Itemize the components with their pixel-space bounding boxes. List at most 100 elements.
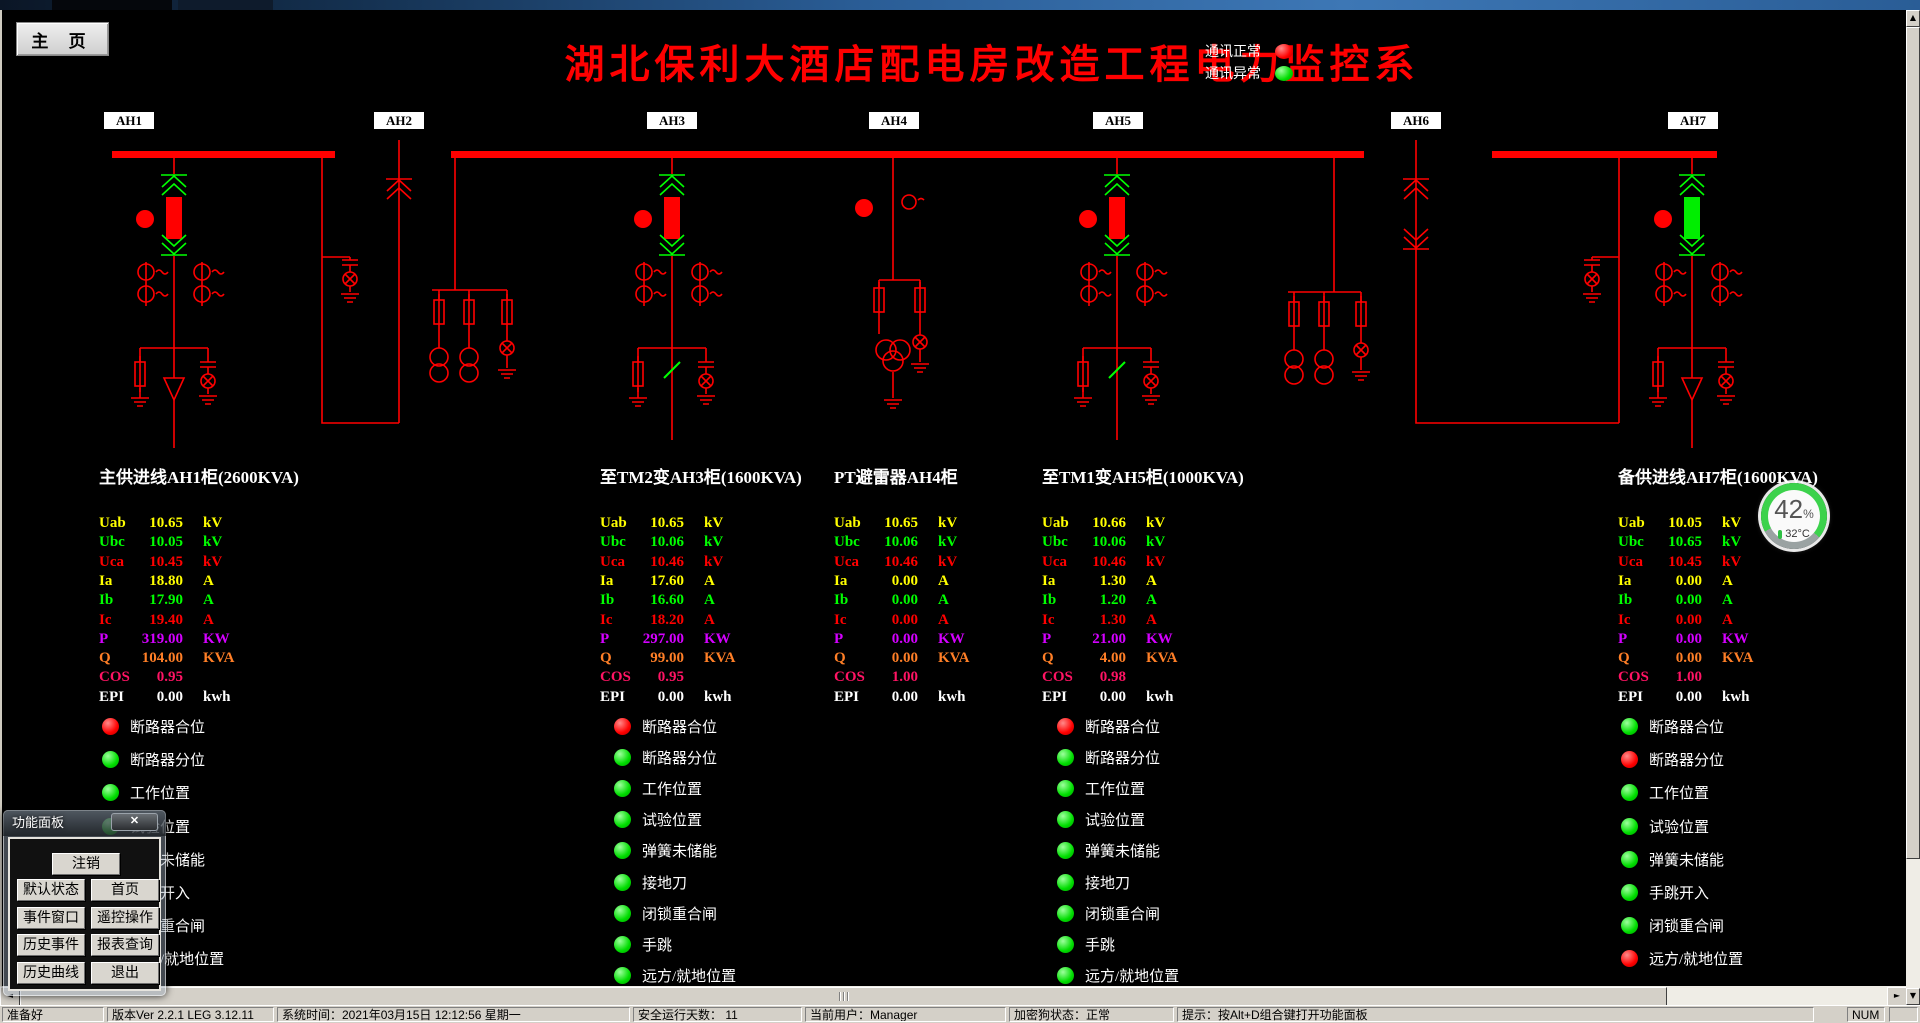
measurement-label: EPI <box>99 689 124 706</box>
measurement-unit: KVA <box>1146 650 1177 667</box>
numlock-indicator: NUM <box>1847 1007 1885 1022</box>
indicator-label: 工作位置 <box>130 782 190 803</box>
func-button-8[interactable]: 历史曲线 <box>17 962 85 984</box>
indicator-row: 手跳 <box>1057 935 1115 953</box>
func-button-1[interactable]: 注销 <box>52 853 120 875</box>
measurement-value: 10.65 <box>862 515 918 532</box>
measurement-value: 1.20 <box>1070 592 1126 609</box>
measurement-value: 0.00 <box>1070 689 1126 706</box>
func-button-3[interactable]: 首页 <box>91 879 159 901</box>
measurement-label: COS <box>99 669 130 686</box>
indicator-label: 远方/就地位置 <box>1085 965 1179 986</box>
measurement-unit: kV <box>938 534 957 551</box>
func-button-7[interactable]: 报表查询 <box>91 934 159 956</box>
measurement-value: 10.06 <box>862 534 918 551</box>
indicator-row: 试验位置 <box>1057 810 1145 828</box>
measurement-label: Ia <box>1618 573 1631 590</box>
measurement-label: EPI <box>1618 689 1643 706</box>
measurement-value: 0.98 <box>1070 669 1126 686</box>
indicator-dot-green <box>1057 967 1074 984</box>
status-item: 版本Ver 2.2.1 LEG 3.12.11 <box>107 1007 274 1022</box>
measurement-label: P <box>1618 631 1627 648</box>
indicator-label: 断路器分位 <box>642 747 717 768</box>
indicator-dot-green <box>1057 842 1074 859</box>
measurement-unit: A <box>203 612 214 629</box>
indicator-dot-green <box>1621 884 1638 901</box>
measurement-label: Uab <box>99 515 126 532</box>
measurement-value: 0.00 <box>862 631 918 648</box>
measurement-unit: A <box>938 612 949 629</box>
indicator-label: 弹簧未储能 <box>1649 849 1724 870</box>
indicator-label: 工作位置 <box>1649 782 1709 803</box>
gauge-temperature: 32°C <box>1785 528 1810 540</box>
status-dot-ah7 <box>1654 210 1672 228</box>
measurement-value: 10.05 <box>127 534 183 551</box>
indicator-label: 手跳 <box>1085 934 1115 955</box>
status-bar: 准备好版本Ver 2.2.1 LEG 3.12.11系统时间：2021年03月1… <box>0 1005 1920 1023</box>
status-item: 准备好 <box>2 1007 104 1022</box>
measurement-unit: kV <box>203 534 222 551</box>
measurement-label: Uca <box>1618 554 1643 571</box>
measurement-unit: kV <box>938 515 957 532</box>
loop-ah7 <box>1583 158 1619 423</box>
indicator-dot-green <box>102 751 119 768</box>
measurement-label: Q <box>1618 650 1630 667</box>
status-item: 安全运行天数： 11 <box>633 1007 802 1022</box>
measurement-value: 1.00 <box>1646 669 1702 686</box>
measurement-label: EPI <box>1042 689 1067 706</box>
indicator-row: 接地刀 <box>614 873 687 891</box>
indicator-label: 弹簧未储能 <box>1085 840 1160 861</box>
measurement-unit: kV <box>704 554 723 571</box>
measurement-label: P <box>600 631 609 648</box>
measurement-unit: A <box>938 573 949 590</box>
measurement-unit: kwh <box>704 689 732 706</box>
measurement-label: Uca <box>600 554 625 571</box>
function-panel-body: 注销默认状态首页事件窗口遥控操作历史事件报表查询历史曲线退出 <box>8 837 161 991</box>
indicator-row: 远方/就地位置 <box>614 966 736 984</box>
vertical-scrollbar[interactable]: ▲ ▼ <box>1906 10 1920 1005</box>
gauge-percent: 42 <box>1774 494 1803 524</box>
measurement-label: COS <box>1618 669 1649 686</box>
indicator-dot-green <box>614 749 631 766</box>
func-button-4[interactable]: 事件窗口 <box>17 907 85 929</box>
vertical-scroll-thumb[interactable] <box>1906 27 1920 859</box>
func-button-6[interactable]: 历史事件 <box>17 934 85 956</box>
func-button-9[interactable]: 退出 <box>91 962 159 984</box>
indicator-row: 闭锁重合闸 <box>1057 904 1160 922</box>
measurement-value: 0.00 <box>127 689 183 706</box>
measurement-unit: kV <box>938 554 957 571</box>
measurement-value: 0.00 <box>862 689 918 706</box>
measurement-unit: A <box>1722 612 1733 629</box>
indicator-row: 手跳 <box>614 935 672 953</box>
indicator-row: 断路器合位 <box>102 717 205 735</box>
measurement-value: 0.00 <box>1646 573 1702 590</box>
indicator-dot-green <box>614 842 631 859</box>
scroll-right-arrow[interactable]: ► <box>1887 987 1907 1006</box>
measurement-label: Uab <box>1618 515 1645 532</box>
measurement-unit: A <box>203 592 214 609</box>
scroll-up-arrow[interactable]: ▲ <box>1906 10 1920 27</box>
measurement-unit: A <box>938 592 949 609</box>
indicator-dot-green <box>1621 851 1638 868</box>
measurement-value: 0.00 <box>1646 592 1702 609</box>
close-icon[interactable]: ✕ <box>111 813 158 831</box>
pt-cluster-bus2 <box>1285 158 1370 384</box>
func-button-5[interactable]: 遥控操作 <box>91 907 159 929</box>
measurement-unit: kwh <box>1722 689 1750 706</box>
indicator-row: 工作位置 <box>1621 783 1709 801</box>
indicator-label: 手跳 <box>642 934 672 955</box>
measurement-label: Ubc <box>99 534 125 551</box>
scroll-down-arrow[interactable]: ▼ <box>1906 988 1920 1005</box>
measurement-label: COS <box>834 669 865 686</box>
measurement-label: COS <box>1042 669 1073 686</box>
indicator-dot-green <box>614 874 631 891</box>
func-button-2[interactable]: 默认状态 <box>17 879 85 901</box>
indicator-dot-green <box>614 936 631 953</box>
measurement-unit: kV <box>704 515 723 532</box>
panel-title: 主供进线AH1柜(2600KVA) <box>99 463 299 488</box>
horizontal-scrollbar[interactable]: ◄ ► <box>0 986 1906 1005</box>
measurement-value: 18.80 <box>127 573 183 590</box>
humidity-temperature-gauge: 42% 32°C <box>1761 483 1827 549</box>
status-item: 加密狗状态：正常 <box>1009 1007 1174 1022</box>
horizontal-scroll-thumb[interactable] <box>20 987 1667 1006</box>
